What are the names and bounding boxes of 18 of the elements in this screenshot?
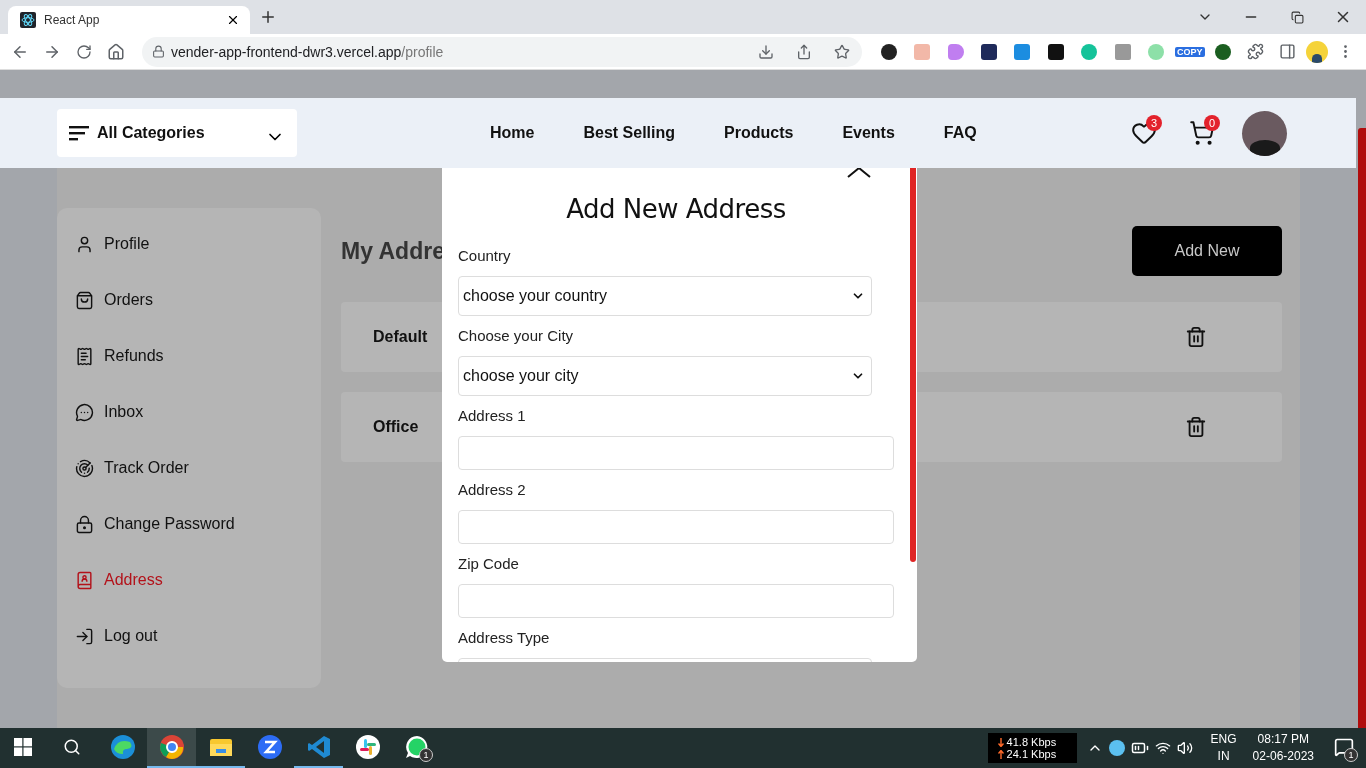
download-speed: 41.8 Kbps bbox=[1006, 736, 1057, 748]
address-type: Default bbox=[373, 328, 428, 346]
page-title: My Addre bbox=[341, 237, 445, 265]
field-label: Address 2 bbox=[458, 480, 527, 500]
address-type: Office bbox=[373, 418, 419, 436]
tab-title: React App bbox=[44, 13, 101, 27]
notification-count: 1 bbox=[1344, 748, 1358, 762]
upload-speed: 24.1 Kbps bbox=[1006, 748, 1057, 760]
modal-title: Add New Address bbox=[565, 194, 787, 224]
field-label: Choose your City bbox=[458, 326, 575, 346]
field-label: Country bbox=[458, 246, 512, 266]
cart-count: 0 bbox=[1204, 115, 1220, 131]
app-badge: 1 bbox=[419, 748, 433, 762]
field-label: Address 1 bbox=[458, 406, 527, 426]
field-label: Address Type bbox=[458, 628, 551, 648]
url-text: vender-app-frontend-dwr3.vercel.app/profile bbox=[171, 43, 445, 60]
field-label: Zip Code bbox=[458, 554, 520, 574]
wishlist-count: 3 bbox=[1146, 115, 1162, 131]
